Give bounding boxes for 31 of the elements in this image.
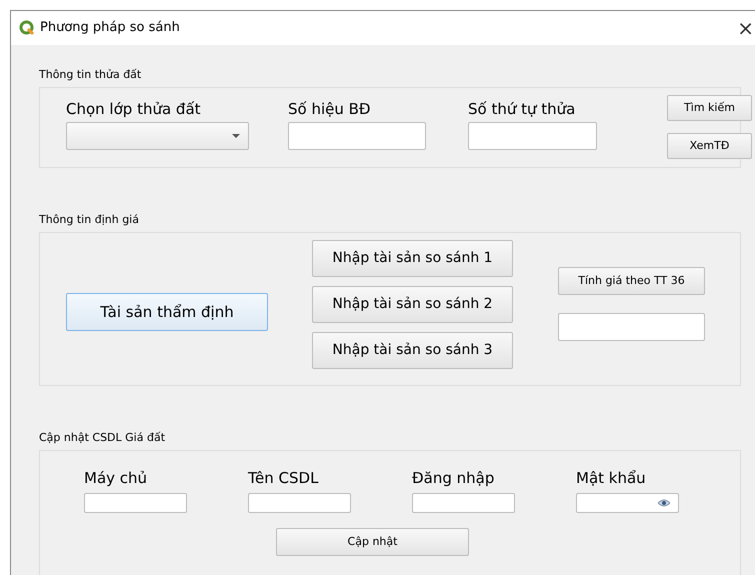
input-field[interactable] (248, 493, 351, 513)
input-field[interactable] (412, 493, 515, 513)
update-button[interactable]: Cập nhật (276, 528, 469, 556)
input-field[interactable] (288, 122, 426, 150)
field-label: Số hiệu BĐ (288, 99, 372, 120)
field-label: Chọn lớp thửa đất (66, 99, 202, 120)
close-button[interactable]: × (737, 18, 754, 38)
compare-asset-button[interactable]: Nhập tài sản so sánh 1 (312, 240, 513, 277)
window-title: Phương pháp so sánh (40, 19, 180, 38)
layer-dropdown[interactable] (66, 122, 249, 150)
compare-asset-button[interactable]: Nhập tài sản so sánh 3 (312, 332, 513, 369)
group-title: Thông tin định giá (39, 212, 140, 228)
appraised-asset-button[interactable]: Tài sản thẩm định (66, 293, 268, 331)
group-title: Thông tin thửa đất (39, 67, 142, 83)
field-label: Số thứ tự thửa (468, 99, 576, 120)
password-field[interactable] (576, 493, 679, 513)
view-button[interactable]: XemTĐ (667, 133, 752, 159)
field-label: Tên CSDL (248, 468, 320, 489)
search-button[interactable]: Tìm kiếm (667, 95, 752, 121)
app-logo-icon (19, 20, 35, 36)
group-title: Cập nhật CSDL Giá đất (39, 430, 166, 446)
calculate-button[interactable]: Tính giá theo TT 36 (558, 267, 705, 295)
result-field[interactable] (558, 313, 705, 341)
input-field[interactable] (84, 493, 187, 513)
compare-asset-button[interactable]: Nhập tài sản so sánh 2 (312, 286, 513, 323)
field-label: Đăng nhập (412, 468, 496, 489)
eye-icon[interactable] (658, 499, 670, 507)
dropdown-arrow-icon (232, 134, 240, 138)
field-label: Máy chủ (84, 468, 148, 489)
input-field[interactable] (468, 122, 597, 150)
field-label: Mật khẩu (576, 468, 647, 489)
